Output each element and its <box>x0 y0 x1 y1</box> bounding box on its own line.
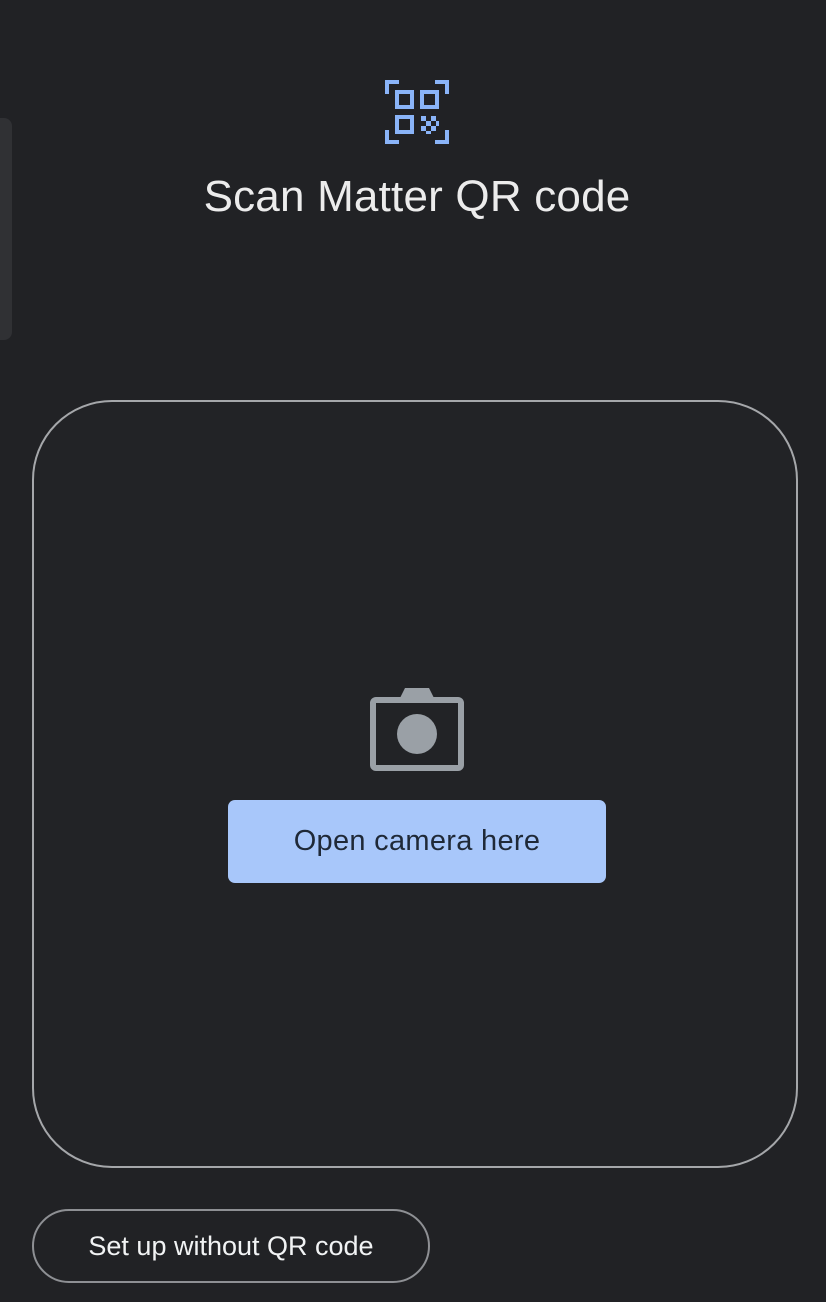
scroll-handle[interactable] <box>0 118 12 340</box>
page-title: Scan Matter QR code <box>203 172 631 221</box>
qr-code-scanner-icon <box>385 80 449 144</box>
camera-viewfinder <box>32 400 798 1168</box>
open-camera-button[interactable]: Open camera here <box>228 800 606 883</box>
setup-without-qr-button[interactable]: Set up without QR code <box>32 1209 430 1283</box>
camera-icon <box>369 686 465 774</box>
qr-scan-screen: Scan Matter QR code Open camera here Set… <box>0 0 826 1302</box>
